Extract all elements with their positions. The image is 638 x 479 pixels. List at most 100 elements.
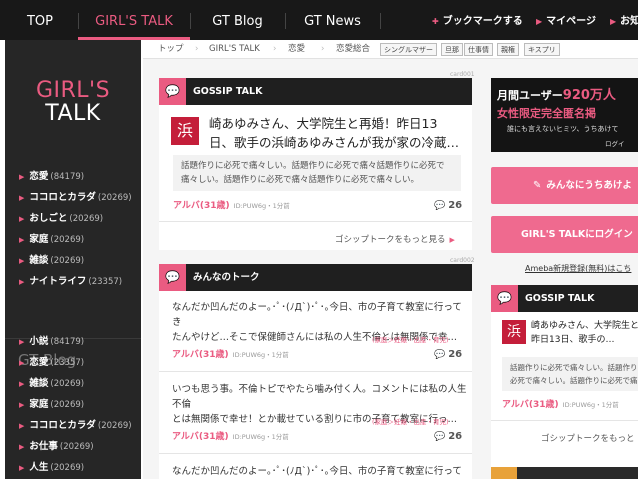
author-link[interactable]: アルバ(31歳) [173, 201, 230, 211]
help-link[interactable]: ▶ お知 [610, 0, 638, 40]
chevron-right-icon: ▶ [19, 401, 25, 409]
tag-kisupuri[interactable]: キスプリ [524, 43, 560, 56]
sidebar-item-shousetsu[interactable]: ▶ 小説 (84179) [5, 331, 141, 352]
talk-post-meta: アルバ(31歳) ID:PUW6g・1分前 [172, 350, 289, 360]
plus-icon: ✚ [432, 17, 439, 26]
speech-bubble-icon: 💬 [159, 78, 186, 105]
girls-talk-logo[interactable]: GIRL'S TALK [5, 80, 141, 125]
chevron-right-icon: ▶ [19, 173, 25, 181]
breadcrumb: トップ › GIRL'S TALK › 恋愛 › 恋愛総合 シングルマザー 旦那… [143, 40, 638, 59]
speech-bubble-icon: 💬 [491, 285, 518, 312]
comment-count[interactable]: 💬 26 [434, 430, 462, 444]
main-content: トップ › GIRL'S TALK › 恋愛 › 恋愛総合 シングルマザー 旦那… [143, 40, 638, 479]
author-link[interactable]: アルバ(31歳) [172, 432, 229, 442]
gossip-more-link[interactable]: ゴシップトークをもっと見る ▶ [335, 233, 455, 245]
talk-card-title: みんなのトーク [193, 272, 260, 283]
sidebar: GIRL'S TALK ▶ 恋愛 (84179) ▶ ココロとカラダ (20269) ▶… [5, 40, 141, 479]
breadcrumb-renai[interactable]: 恋愛 [288, 40, 305, 59]
card-id-label: card002 [450, 257, 475, 264]
divider [159, 453, 472, 454]
comment-icon: 💬 [434, 432, 446, 442]
chevron-right-icon: ▶ [19, 380, 25, 388]
nav-separator [380, 13, 381, 29]
pencil-icon: ✎ [533, 180, 542, 191]
chevron-right-icon: ▶ [19, 422, 25, 430]
hama-thumbnail[interactable]: 浜 [171, 117, 199, 145]
author-link[interactable]: アルバ(31歳) [172, 350, 229, 360]
bookmark-link[interactable]: ✚ ブックマークする [432, 0, 523, 40]
chevron-right-icon: ▶ [19, 464, 25, 472]
post-topic-button[interactable]: ✎ みんなにうちあけよ [491, 167, 638, 204]
sidebar-item-blog-kokoro[interactable]: ▶ ココロとカラダ (20269) [5, 415, 141, 436]
sidebar-item-blog-katei[interactable]: ▶ 家庭 (20269) [5, 394, 141, 415]
side-card-header: 💬 GOSSIP TALK [491, 285, 638, 312]
sidebar-item-renai[interactable]: ▶ 恋愛 (84179) [5, 166, 141, 187]
sidebar-item-kokoro[interactable]: ▶ ココロとカラダ (20269) [5, 187, 141, 208]
breadcrumb-separator: › [273, 44, 277, 54]
breadcrumb-girls-talk[interactable]: GIRL'S TALK [209, 40, 260, 59]
side-gossip-more-link[interactable]: ゴシップトークをもっと [541, 432, 635, 444]
chevron-right-icon: ▶ [19, 215, 25, 223]
tab-gt-blog[interactable]: GT Blog [190, 0, 285, 40]
sidebar-item-nightlife[interactable]: ▶ ナイトライフ (23357) [5, 271, 141, 292]
promo-banner[interactable]: 月間ユーザー920万人 女性限定完全匿名掲 誰にも言えないヒミツ、うちあけて ロ… [491, 78, 638, 152]
tab-girls-talk[interactable]: GIRL'S TALK [78, 0, 190, 40]
top-navigation: TOP GIRL'S TALK GT Blog GT News ✚ ブックマークす… [0, 0, 638, 40]
talk-post-meta: アルバ(31歳) ID:PUW6g・1分前 [172, 432, 289, 442]
tag-danna[interactable]: 旦那 [441, 43, 463, 56]
breadcrumb-top[interactable]: トップ [158, 40, 184, 59]
chevron-right-icon: ▶ [610, 17, 617, 26]
tab-top[interactable]: TOP [18, 0, 62, 40]
comment-count[interactable]: 💬 26 [434, 348, 462, 362]
chevron-right-icon: ▶ [449, 236, 455, 244]
tag-single-mother[interactable]: シングルマザー [380, 43, 437, 56]
breadcrumb-separator: › [321, 44, 325, 54]
gossip-card-title: GOSSIP TALK [193, 86, 263, 97]
chevron-right-icon: ▶ [19, 194, 25, 202]
speech-bubble-icon: 💬 [159, 264, 186, 291]
side-next-card-header [491, 467, 638, 479]
divider [159, 371, 472, 372]
sidebar-item-blog-renai[interactable]: ▶ 恋愛 (23357) [5, 352, 141, 373]
comment-icon: 💬 [434, 350, 446, 360]
side-gossip-snippet: 話題作りに必死で痛々しい。話題作りに必 必死で痛々しい。話題作りに必死で痛々し [502, 357, 638, 391]
side-gossip-meta: アルバ(31歳) ID:PUW6g・1分前 [502, 400, 619, 410]
tab-gt-news[interactable]: GT News [285, 0, 380, 40]
sidebar-item-oshigoto[interactable]: ▶ おしごと (20269) [5, 208, 141, 229]
tag-shinken[interactable]: 親権 [497, 43, 519, 56]
chevron-right-icon: ▶ [536, 17, 543, 26]
talk-category-list: ▶ 恋愛 (84179) ▶ ココロとカラダ (20269) ▶ おしごと (20269) … [5, 166, 141, 292]
talk-post-category[interactable]: (家庭＞妊娠・出産・育児) [372, 416, 449, 426]
card-id-label: card001 [450, 71, 475, 78]
sidebar-item-zatsudan[interactable]: ▶ 雑談 (20269) [5, 250, 141, 271]
talk-card-header: 💬 みんなのトーク [159, 264, 472, 291]
gossip-talk-side-card: 💬 GOSSIP TALK 浜 崎あゆみさん、大学院生と再 昨日13日、歌手の…… [491, 285, 638, 479]
comment-count[interactable]: 💬 26 [434, 199, 462, 213]
gossip-snippet: 話題作りに必死で痛々しい。話題作りに必死で痛々話題作りに必死で 痛々しい。話題作… [173, 155, 461, 191]
blog-category-list: ▶ 小説 (84179) ▶ 恋愛 (23357) ▶ 雑談 (20269) ▶ 家庭 (202… [5, 331, 141, 478]
comment-icon: 💬 [434, 201, 446, 211]
register-link[interactable]: Ameba新規登録(無料)はこち [525, 263, 631, 274]
gossip-talk-card: 💬 GOSSIP TALK 浜 崎あゆみさん、大学院生と再婚！昨日13 日、歌手… [159, 78, 472, 250]
side-gossip-headline[interactable]: 崎あゆみさん、大学院生と再 昨日13日、歌手の… [531, 319, 638, 347]
gossip-card-header: 💬 GOSSIP TALK [159, 78, 472, 105]
chevron-right-icon: ▶ [19, 359, 25, 367]
author-link[interactable]: アルバ(31歳) [502, 400, 559, 410]
login-button[interactable]: GIRL'S TALKにログイン [491, 216, 638, 253]
sidebar-item-katei[interactable]: ▶ 家庭 (20269) [5, 229, 141, 250]
mypage-link[interactable]: ▶ マイページ [536, 0, 596, 40]
gossip-headline[interactable]: 崎あゆみさん、大学院生と再婚！昨日13 日、歌手の浜崎あゆみさんが我が家の冷蔵… [209, 114, 467, 152]
chevron-right-icon: ▶ [19, 257, 25, 265]
sidebar-item-blog-zatsudan[interactable]: ▶ 雑談 (20269) [5, 373, 141, 394]
talk-post-category[interactable]: (家庭＞妊娠・出産・育児) [372, 334, 449, 344]
sidebar-item-blog-oshigoto[interactable]: ▶ お仕事 (20269) [5, 436, 141, 457]
tag-shigoto[interactable]: 仕事情 [464, 43, 493, 56]
chevron-right-icon: ▶ [19, 278, 25, 286]
breadcrumb-separator: › [195, 44, 199, 54]
divider [159, 221, 472, 222]
hama-thumbnail[interactable]: 浜 [502, 320, 526, 344]
talk-post-text[interactable]: なんだか凹んだのよー｡･ﾟ･(ﾉД`)･ﾟ･｡今日、市の子育て教室に行ってき [172, 464, 468, 479]
sidebar-item-blog-jinsei[interactable]: ▶ 人生 (20269) [5, 457, 141, 478]
divider [491, 420, 638, 421]
chevron-right-icon: ▶ [19, 338, 25, 346]
